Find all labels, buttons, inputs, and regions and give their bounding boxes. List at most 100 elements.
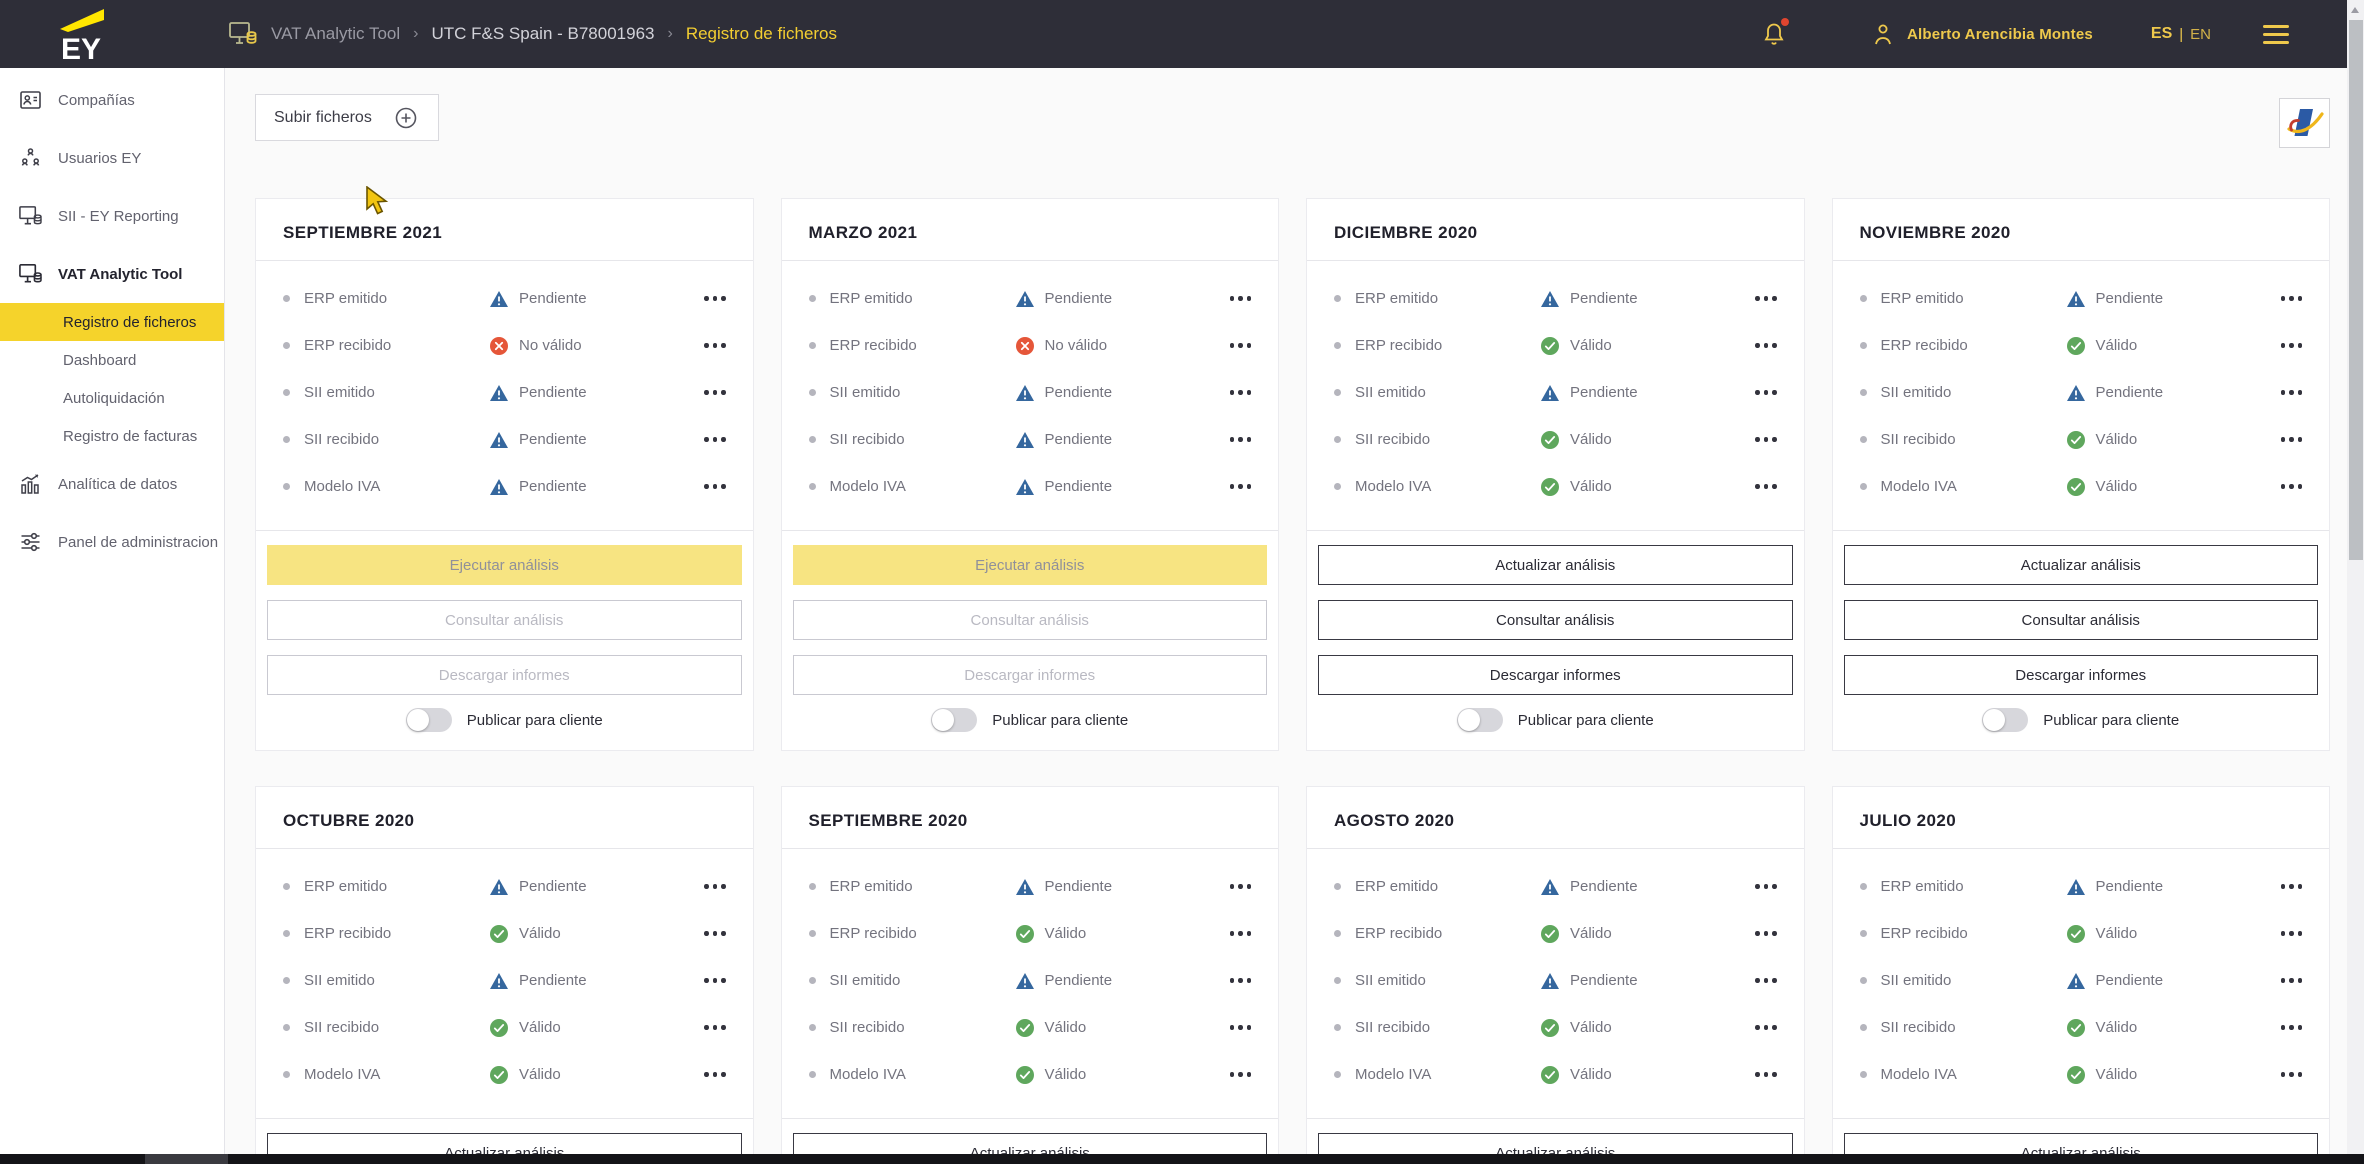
consult-analysis-button[interactable]: Consultar análisis xyxy=(1318,600,1793,640)
update-analysis-button[interactable]: Actualizar análisis xyxy=(1318,545,1793,585)
row-menu-button[interactable] xyxy=(1755,290,1777,307)
row-menu-button[interactable] xyxy=(2281,384,2303,401)
row-menu-button[interactable] xyxy=(1755,972,1777,989)
sidebar-subitem-autoliquidacion[interactable]: Autoliquidación xyxy=(0,379,224,417)
language-alt[interactable]: EN xyxy=(2190,26,2211,43)
row-menu-button[interactable] xyxy=(1755,478,1777,495)
valid-check-icon xyxy=(1540,1018,1560,1038)
row-menu-button[interactable] xyxy=(1230,925,1252,942)
bullet-icon xyxy=(809,977,816,984)
row-menu-button[interactable] xyxy=(1230,478,1252,495)
vertical-scrollbar[interactable] xyxy=(2347,0,2364,1164)
row-menu-button[interactable] xyxy=(1755,431,1777,448)
row-menu-button[interactable] xyxy=(1755,878,1777,895)
row-menu-button[interactable] xyxy=(2281,1066,2303,1083)
scroll-up-arrow-icon[interactable] xyxy=(2351,7,2359,13)
row-menu-button[interactable] xyxy=(1755,925,1777,942)
run-analysis-button[interactable]: Ejecutar análisis xyxy=(267,545,742,585)
bullet-icon xyxy=(1860,883,1867,890)
publish-toggle[interactable] xyxy=(931,708,977,732)
status-badge: Pendiente xyxy=(2066,878,2164,896)
row-menu-button[interactable] xyxy=(704,290,726,307)
row-menu-button[interactable] xyxy=(704,478,726,495)
row-menu-button[interactable] xyxy=(704,972,726,989)
bullet-icon xyxy=(283,295,290,302)
row-menu-button[interactable] xyxy=(1230,972,1252,989)
row-menu-button[interactable] xyxy=(704,1019,726,1036)
row-menu-button[interactable] xyxy=(1755,1066,1777,1083)
scrollbar-thumb[interactable] xyxy=(2349,20,2363,560)
download-reports-button[interactable]: Descargar informes xyxy=(1318,655,1793,695)
row-menu-button[interactable] xyxy=(704,878,726,895)
upload-files-button[interactable]: Subir ficheros xyxy=(255,94,439,141)
row-menu-button[interactable] xyxy=(1230,384,1252,401)
status-row: ERP recibido No válido xyxy=(782,322,1279,369)
sidebar-subitem-dashboard[interactable]: Dashboard xyxy=(0,341,224,379)
row-menu-button[interactable] xyxy=(1755,337,1777,354)
consult-analysis-button[interactable]: Consultar análisis xyxy=(793,600,1268,640)
sidebar-item-analitica-de-datos[interactable]: Analítica de datos xyxy=(0,455,224,513)
publish-toggle[interactable] xyxy=(1982,708,2028,732)
sidebar-item-panel-de-administracion[interactable]: Panel de administracion xyxy=(0,513,224,571)
pending-triangle-icon xyxy=(2066,878,2086,896)
row-menu-button[interactable] xyxy=(1230,337,1252,354)
publish-toggle-label: Publicar para cliente xyxy=(467,712,603,729)
hamburger-menu-icon[interactable] xyxy=(2263,25,2289,44)
row-menu-button[interactable] xyxy=(2281,972,2303,989)
consult-analysis-button[interactable]: Consultar análisis xyxy=(267,600,742,640)
row-menu-button[interactable] xyxy=(704,431,726,448)
notifications-button[interactable] xyxy=(1761,20,1787,48)
sidebar-item-companias[interactable]: Compañías xyxy=(0,71,224,129)
agencia-tributaria-logo[interactable] xyxy=(2279,98,2330,148)
status-badge: Válido xyxy=(1015,1018,1087,1038)
bullet-icon xyxy=(809,883,816,890)
row-menu-button[interactable] xyxy=(2281,431,2303,448)
row-menu-button[interactable] xyxy=(1755,384,1777,401)
row-menu-button[interactable] xyxy=(704,925,726,942)
download-reports-button[interactable]: Descargar informes xyxy=(267,655,742,695)
status-row: SII recibido Válido xyxy=(1307,416,1804,463)
publish-toggle[interactable] xyxy=(406,708,452,732)
row-menu-button[interactable] xyxy=(2281,878,2303,895)
user-menu[interactable]: Alberto Arencibia Montes xyxy=(1871,21,2093,47)
sidebar-item-vat-analytic-tool[interactable]: VAT Analytic Tool xyxy=(0,245,224,303)
download-reports-button[interactable]: Descargar informes xyxy=(1844,655,2319,695)
sidebar-item-sii-ey-reporting[interactable]: SII - EY Reporting xyxy=(0,187,224,245)
row-menu-button[interactable] xyxy=(2281,337,2303,354)
row-menu-button[interactable] xyxy=(1230,878,1252,895)
language-current[interactable]: ES xyxy=(2151,25,2172,43)
breadcrumb-separator: › xyxy=(668,25,673,43)
sidebar-subitem-registro-de-ficheros[interactable]: Registro de ficheros xyxy=(0,303,224,341)
row-menu-button[interactable] xyxy=(1230,431,1252,448)
sidebar-subitem-registro-de-facturas[interactable]: Registro de facturas xyxy=(0,417,224,455)
run-analysis-button[interactable]: Ejecutar análisis xyxy=(793,545,1268,585)
publish-toggle[interactable] xyxy=(1457,708,1503,732)
status-row: SII emitido Pendiente xyxy=(256,369,753,416)
row-menu-button[interactable] xyxy=(1230,1019,1252,1036)
consult-analysis-button[interactable]: Consultar análisis xyxy=(1844,600,2319,640)
sidebar-item-usuarios-ey[interactable]: Usuarios EY xyxy=(0,129,224,187)
breadcrumb-item-company[interactable]: UTC F&S Spain - B78001963 xyxy=(431,24,654,44)
language-switcher[interactable]: ES | EN xyxy=(2151,25,2211,43)
status-label: Válido xyxy=(1570,1066,1612,1083)
download-reports-button[interactable]: Descargar informes xyxy=(793,655,1268,695)
row-menu-button[interactable] xyxy=(2281,478,2303,495)
row-menu-button[interactable] xyxy=(704,1066,726,1083)
status-badge: Pendiente xyxy=(2066,972,2164,990)
update-analysis-button[interactable]: Actualizar análisis xyxy=(1844,545,2319,585)
bullet-icon xyxy=(1334,1071,1341,1078)
row-menu-button[interactable] xyxy=(2281,1019,2303,1036)
row-menu-button[interactable] xyxy=(2281,925,2303,942)
period-card-title: SEPTIEMBRE 2021 xyxy=(256,199,753,243)
row-menu-button[interactable] xyxy=(704,384,726,401)
file-type-label: SII recibido xyxy=(1355,1019,1540,1036)
row-menu-button[interactable] xyxy=(704,337,726,354)
valid-check-icon xyxy=(489,1065,509,1085)
sidebar-item-label: VAT Analytic Tool xyxy=(58,266,182,283)
row-menu-button[interactable] xyxy=(1230,1066,1252,1083)
row-menu-button[interactable] xyxy=(2281,290,2303,307)
breadcrumb-item-app[interactable]: VAT Analytic Tool xyxy=(271,24,400,44)
file-type-label: SII recibido xyxy=(830,431,1015,448)
row-menu-button[interactable] xyxy=(1230,290,1252,307)
row-menu-button[interactable] xyxy=(1755,1019,1777,1036)
